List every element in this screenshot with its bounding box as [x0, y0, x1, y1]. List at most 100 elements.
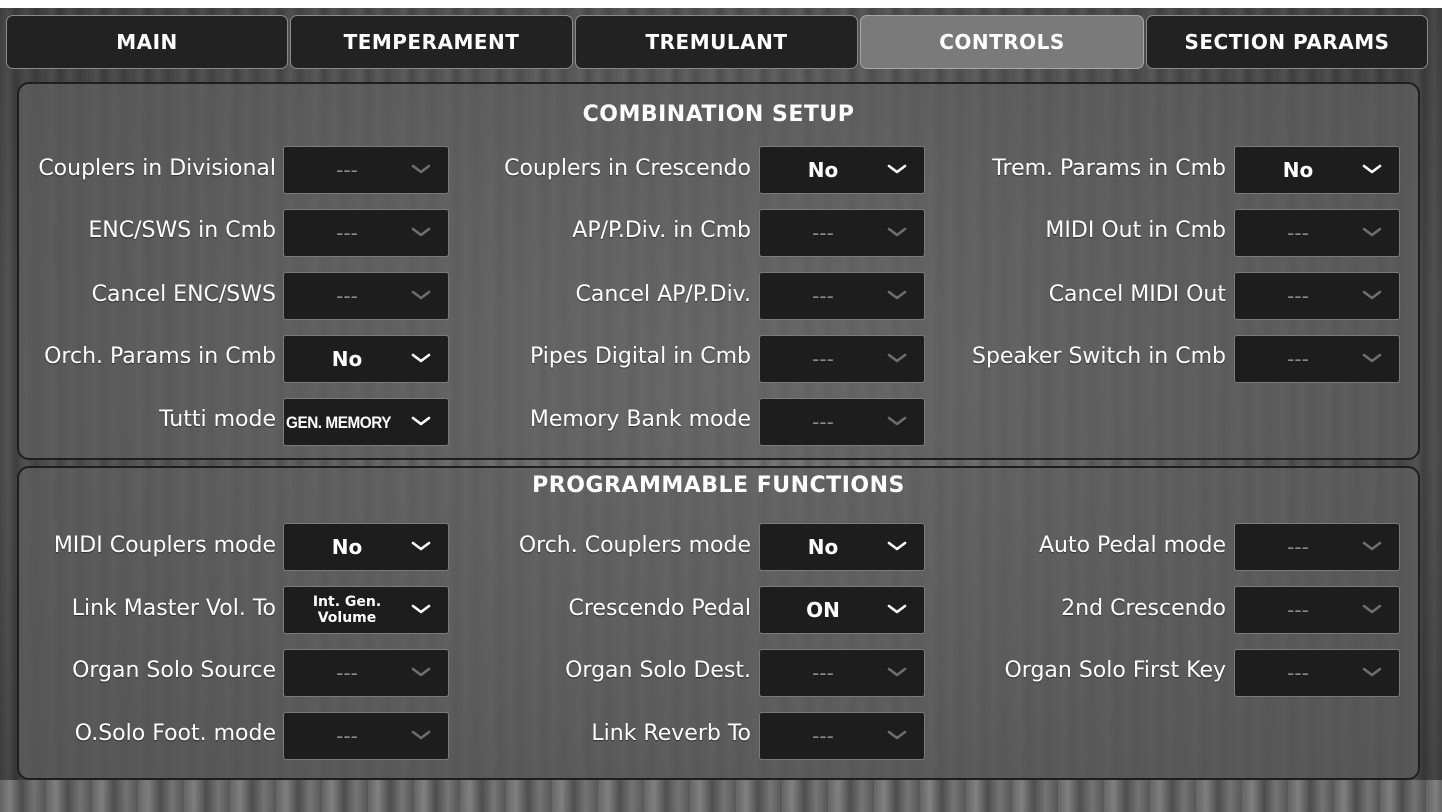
chevron-down-icon — [887, 353, 907, 363]
cancel-ap-pdiv-label: Cancel AP/P.Div. — [575, 282, 751, 307]
chevron-down-icon — [411, 667, 431, 677]
cancel-ap-pdiv-dropdown[interactable]: --- — [759, 272, 925, 320]
couplers-in-divisional-dropdown[interactable]: --- — [283, 146, 449, 194]
tab-tremulant[interactable]: TREMULANT — [575, 15, 858, 69]
ap-pdiv-in-cmb-label: AP/P.Div. in Cmb — [572, 218, 751, 243]
cancel-enc-sws-dropdown[interactable]: --- — [283, 272, 449, 320]
second-crescendo-label: 2nd Crescendo — [1061, 596, 1226, 621]
dropdown-value: Int. Gen. Volume — [312, 593, 382, 626]
chevron-down-icon — [411, 227, 431, 237]
second-crescendo-dropdown[interactable]: --- — [1234, 586, 1400, 634]
auto-pedal-mode-dropdown[interactable]: --- — [1234, 523, 1400, 571]
dropdown-value: --- — [336, 661, 358, 685]
chevron-down-icon — [887, 164, 907, 174]
dropdown-value: --- — [812, 661, 834, 685]
chevron-down-icon — [1362, 227, 1382, 237]
auto-pedal-mode-label: Auto Pedal mode — [1038, 533, 1226, 558]
dropdown-value: GEN. MEMORY — [286, 412, 391, 432]
dropdown-value: --- — [1287, 535, 1309, 559]
speaker-switch-in-cmb-dropdown[interactable]: --- — [1234, 335, 1400, 383]
enc-sws-in-cmb-label: ENC/SWS in Cmb — [88, 218, 276, 243]
tab-temperament[interactable]: TEMPERAMENT — [290, 15, 573, 69]
cancel-enc-sws-label: Cancel ENC/SWS — [91, 282, 276, 307]
chevron-down-icon — [411, 730, 431, 740]
dropdown-value: --- — [336, 284, 358, 308]
dropdown-value: --- — [812, 410, 834, 434]
pipes-digital-in-cmb-dropdown[interactable]: --- — [759, 335, 925, 383]
organ-solo-source-dropdown[interactable]: --- — [283, 649, 449, 697]
osolo-foot-mode-label: O.Solo Foot. mode — [74, 721, 276, 746]
dropdown-value: --- — [1287, 347, 1309, 371]
organ-solo-dest-label: Organ Solo Dest. — [565, 658, 751, 683]
chevron-down-icon — [887, 290, 907, 300]
trem-params-in-cmb-dropdown[interactable]: No — [1234, 146, 1400, 194]
dropdown-value: No — [331, 535, 363, 559]
chevron-down-icon — [411, 541, 431, 551]
dropdown-value: --- — [336, 158, 358, 182]
organ-solo-first-key-dropdown[interactable]: --- — [1234, 649, 1400, 697]
chevron-down-icon — [1362, 164, 1382, 174]
cancel-midi-out-label: Cancel MIDI Out — [1048, 282, 1226, 307]
dropdown-value: --- — [1287, 598, 1309, 622]
midi-out-in-cmb-label: MIDI Out in Cmb — [1045, 218, 1226, 243]
midi-couplers-mode-label: MIDI Couplers mode — [53, 533, 276, 558]
enc-sws-in-cmb-dropdown[interactable]: --- — [283, 209, 449, 257]
chevron-down-icon — [1362, 667, 1382, 677]
tutti-mode-dropdown[interactable]: GEN. MEMORY — [283, 398, 449, 446]
programmable-functions-title: PROGRAMMABLE FUNCTIONS — [532, 473, 905, 498]
ap-pdiv-in-cmb-dropdown[interactable]: --- — [759, 209, 925, 257]
dropdown-value: --- — [1287, 221, 1309, 245]
combination-setup-panel: COMBINATION SETUP — [17, 82, 1420, 460]
dropdown-value: --- — [812, 284, 834, 308]
chevron-down-icon — [1362, 353, 1382, 363]
organ-solo-dest-dropdown[interactable]: --- — [759, 649, 925, 697]
dropdown-value: No — [807, 158, 839, 182]
organ-solo-first-key-label: Organ Solo First Key — [1004, 658, 1226, 683]
link-reverb-to-label: Link Reverb To — [591, 721, 751, 746]
chevron-down-icon — [887, 541, 907, 551]
chevron-down-icon — [1362, 604, 1382, 614]
crescendo-pedal-dropdown[interactable]: ON — [759, 586, 925, 634]
organ-solo-source-label: Organ Solo Source — [72, 658, 276, 683]
chevron-down-icon — [887, 730, 907, 740]
dropdown-value: --- — [1287, 661, 1309, 685]
chevron-down-icon — [887, 667, 907, 677]
tab-controls[interactable]: CONTROLS — [860, 15, 1144, 69]
link-master-vol-to-dropdown[interactable]: Int. Gen. Volume — [283, 586, 449, 634]
trem-params-in-cmb-label: Trem. Params in Cmb — [992, 156, 1226, 181]
couplers-in-crescendo-dropdown[interactable]: No — [759, 146, 925, 194]
dropdown-value: No — [1282, 158, 1314, 182]
midi-out-in-cmb-dropdown[interactable]: --- — [1234, 209, 1400, 257]
orch-params-in-cmb-dropdown[interactable]: No — [283, 335, 449, 383]
orch-couplers-mode-label: Orch. Couplers mode — [518, 533, 751, 558]
chevron-down-icon — [411, 290, 431, 300]
couplers-in-crescendo-label: Couplers in Crescendo — [504, 156, 751, 181]
dropdown-value: ON — [806, 598, 840, 622]
chevron-down-icon — [411, 604, 431, 614]
cancel-midi-out-dropdown[interactable]: --- — [1234, 272, 1400, 320]
memory-bank-mode-dropdown[interactable]: --- — [759, 398, 925, 446]
dropdown-value: --- — [1287, 284, 1309, 308]
tab-section-params[interactable]: SECTION PARAMS — [1146, 15, 1428, 69]
link-reverb-to-dropdown[interactable]: --- — [759, 712, 925, 760]
orch-params-in-cmb-label: Orch. Params in Cmb — [44, 344, 276, 369]
chevron-down-icon — [1362, 290, 1382, 300]
chevron-down-icon — [1362, 541, 1382, 551]
tutti-mode-label: Tutti mode — [159, 407, 276, 432]
chevron-down-icon — [411, 353, 431, 363]
couplers-in-divisional-label: Couplers in Divisional — [38, 156, 276, 181]
dropdown-value: No — [331, 347, 363, 371]
memory-bank-mode-label: Memory Bank mode — [529, 407, 751, 432]
osolo-foot-mode-dropdown[interactable]: --- — [283, 712, 449, 760]
dropdown-value: --- — [812, 724, 834, 748]
chevron-down-icon — [887, 227, 907, 237]
chevron-down-icon — [887, 416, 907, 426]
dropdown-value: --- — [336, 724, 358, 748]
chevron-down-icon — [887, 604, 907, 614]
background-ornament-strip — [0, 780, 1442, 812]
orch-couplers-mode-dropdown[interactable]: No — [759, 523, 925, 571]
dropdown-value: --- — [812, 221, 834, 245]
tab-main[interactable]: MAIN — [6, 15, 288, 69]
midi-couplers-mode-dropdown[interactable]: No — [283, 523, 449, 571]
dropdown-value: No — [807, 535, 839, 559]
